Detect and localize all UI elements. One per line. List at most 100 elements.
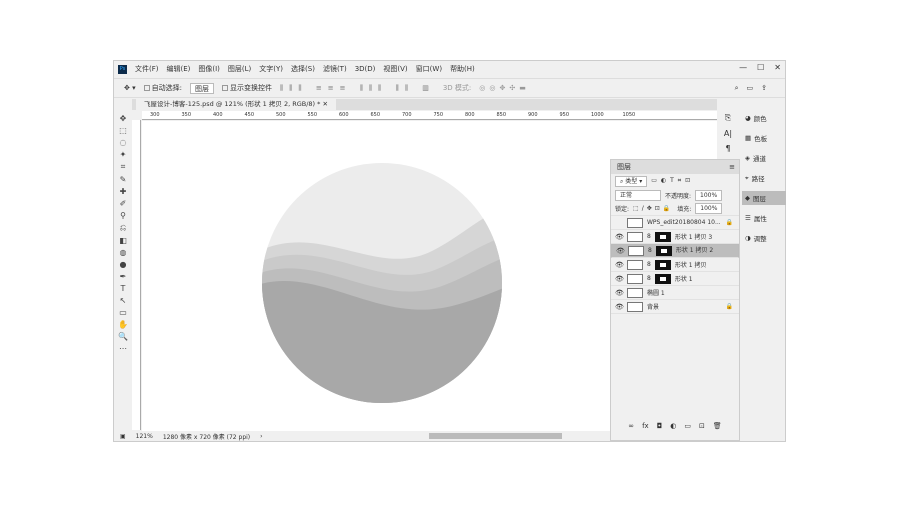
tool-4-icon[interactable]: ⌗ <box>121 162 126 172</box>
layer-row[interactable]: 👁 8 形状 1 拷贝 2 <box>611 244 739 258</box>
tool-11-icon[interactable]: ◍ <box>120 248 127 257</box>
layer-mask-thumbnail[interactable] <box>654 231 671 242</box>
lock-icon: 🔒 <box>725 303 733 310</box>
tool-6-icon[interactable]: ✚ <box>120 187 127 196</box>
layer-row[interactable]: 👁 8 形状 1 <box>611 272 739 286</box>
menu-image[interactable]: 图像(I) <box>198 64 220 74</box>
link-icon: 8 <box>647 261 651 268</box>
menu-edit[interactable]: 编辑(E) <box>167 64 191 74</box>
layer-action-2-icon[interactable]: ◘ <box>657 422 663 430</box>
fill-input[interactable]: 100% <box>695 203 723 214</box>
status-icon[interactable]: ▣ <box>120 433 126 440</box>
panel-3[interactable]: ⌖ 路径 <box>742 171 786 185</box>
tool-17-icon[interactable]: ✋ <box>118 320 128 329</box>
tool-12-icon[interactable]: ● <box>120 260 127 269</box>
layer-action-0-icon[interactable]: ∞ <box>628 422 634 430</box>
tab-close-icon[interactable]: ✕ <box>323 100 328 108</box>
layer-row[interactable]: 👁 8 形状 1 拷贝 3 <box>611 230 739 244</box>
history-icon[interactable]: ⎘ <box>725 113 731 123</box>
panel-label: 通道 <box>753 155 766 163</box>
show-transform-checkbox[interactable]: 显示变换控件 <box>221 83 272 93</box>
tool-19-icon[interactable]: ⋯ <box>119 344 127 353</box>
opacity-input[interactable]: 100% <box>695 189 723 201</box>
search-workspace-share-icons[interactable]: ⌕▭⇪ <box>735 84 775 93</box>
tool-8-icon[interactable]: ⚲ <box>120 211 126 220</box>
3d-icons[interactable]: ◎◎✥✣▬ <box>479 84 530 92</box>
filter-kind-select[interactable]: ⌕ 类型 ▾ <box>615 175 648 187</box>
layers-tab[interactable]: 图层 <box>617 163 631 171</box>
panel-0[interactable]: ◕ 颜色 <box>742 111 786 125</box>
layer-mask-thumbnail[interactable] <box>655 246 672 256</box>
visibility-eye-icon[interactable]: 👁 <box>615 303 624 311</box>
tool-18-icon[interactable]: 🔍 <box>118 332 128 341</box>
tool-1-icon[interactable]: ⬚ <box>119 126 127 135</box>
align-icons[interactable]: ⫼⫼⫼ ≡≡≡ ⫼⫼⫼ ⫼⫼ ▥ <box>280 84 435 93</box>
tool-16-icon[interactable]: ▭ <box>119 308 127 317</box>
layer-row[interactable]: 👁 8 形状 1 拷贝 <box>611 258 739 272</box>
tool-0-icon[interactable]: ✥ <box>120 114 127 123</box>
minimize-button[interactable]: — <box>739 63 747 72</box>
tool-9-icon[interactable]: ⎌ <box>120 223 126 233</box>
panel-menu-icon[interactable]: ≡ <box>729 160 735 174</box>
layer-row[interactable]: 👁 背景 🔒 <box>611 300 739 314</box>
menu-window[interactable]: 窗口(W) <box>416 64 442 74</box>
lock-icons[interactable]: ⬚/✥⊡🔒 <box>633 205 673 212</box>
layer-mask-thumbnail[interactable] <box>654 273 671 284</box>
visibility-eye-icon[interactable]: 👁 <box>615 233 624 241</box>
layer-action-1-icon[interactable]: fx <box>642 422 649 430</box>
ruler-label: 500 <box>276 112 286 118</box>
panel-6[interactable]: ◑ 调整 <box>742 231 786 245</box>
panel-5[interactable]: ☰ 属性 <box>742 211 786 225</box>
close-button[interactable]: ✕ <box>774 63 781 72</box>
tool-14-icon[interactable]: T <box>121 284 126 293</box>
panel-2[interactable]: ◈ 通道 <box>742 151 786 165</box>
3d-mode-label: 3D 模式: <box>442 84 472 92</box>
panel-label: 调整 <box>753 235 767 243</box>
target-select[interactable]: 图层 <box>189 82 214 94</box>
fill-label: 填充: <box>677 206 692 213</box>
menu-bar: Ps 文件(F) 编辑(E) 图像(I) 图层(L) 文字(Y) 选择(S) 滤… <box>114 61 785 77</box>
layer-action-6-icon[interactable]: 🗑 <box>713 422 722 430</box>
visibility-eye-icon[interactable]: 👁 <box>616 246 625 256</box>
layer-row[interactable]: 👁 椭圆 1 <box>611 286 739 300</box>
tool-10-icon[interactable]: ◧ <box>119 236 127 245</box>
menu-layer[interactable]: 图层(L) <box>228 64 251 74</box>
layer-action-4-icon[interactable]: ▭ <box>684 422 691 430</box>
menu-select[interactable]: 选择(S) <box>291 64 315 74</box>
tool-7-icon[interactable]: ✐ <box>120 199 127 208</box>
zoom-level[interactable]: 121% <box>136 433 153 440</box>
menu-view[interactable]: 视图(V) <box>383 64 407 74</box>
filter-icons[interactable]: ▭◐T⌗⊡ <box>651 177 694 185</box>
layer-action-3-icon[interactable]: ◐ <box>670 422 676 430</box>
visibility-eye-icon[interactable]: 👁 <box>615 275 624 283</box>
horizontal-scrollbar[interactable] <box>429 433 562 439</box>
tool-3-icon[interactable]: ✦ <box>120 150 127 159</box>
menu-file[interactable]: 文件(F) <box>135 64 159 74</box>
status-arrow-icon[interactable]: › <box>260 433 262 440</box>
menu-help[interactable]: 帮助(H) <box>450 64 475 74</box>
layer-list: WPS_edit20180804 10... 🔒 👁 8 形状 1 拷贝 3 👁 8 形状 1… <box>611 216 739 314</box>
maximize-button[interactable]: ☐ <box>757 63 764 72</box>
tool-5-icon[interactable]: ✎ <box>120 175 127 184</box>
tool-13-icon[interactable]: ✒ <box>120 272 127 281</box>
menu-3d[interactable]: 3D(D) <box>355 65 376 73</box>
lock-icon: 🔒 <box>725 219 733 226</box>
auto-select-checkbox[interactable]: 自动选择: <box>143 83 182 93</box>
blend-mode-select[interactable]: 正常 <box>615 189 661 201</box>
tool-15-icon[interactable]: ↖ <box>120 296 127 305</box>
character-icon[interactable]: A| <box>724 129 732 138</box>
layer-row[interactable]: WPS_edit20180804 10... 🔒 <box>611 216 739 230</box>
layer-mask-thumbnail[interactable] <box>654 259 671 270</box>
menu-type[interactable]: 文字(Y) <box>259 64 283 74</box>
move-tool-icon[interactable]: ✥ ▾ <box>124 84 136 92</box>
panel-4[interactable]: ◆ 图层 <box>742 191 786 205</box>
app-logo: Ps <box>118 64 127 74</box>
visibility-eye-icon[interactable]: 👁 <box>615 261 624 269</box>
paragraph-icon[interactable]: ¶ <box>725 144 730 153</box>
menu-filter[interactable]: 滤镜(T) <box>323 64 347 74</box>
document-tab[interactable]: 飞屋设计-博客-125.psd @ 121% (形状 1 拷贝 2, RGB/8… <box>136 99 336 110</box>
tool-2-icon[interactable]: ◌ <box>120 138 127 147</box>
visibility-eye-icon[interactable]: 👁 <box>615 289 624 297</box>
layer-action-5-icon[interactable]: ⊡ <box>699 422 705 430</box>
panel-1[interactable]: ▦ 色板 <box>742 131 786 145</box>
